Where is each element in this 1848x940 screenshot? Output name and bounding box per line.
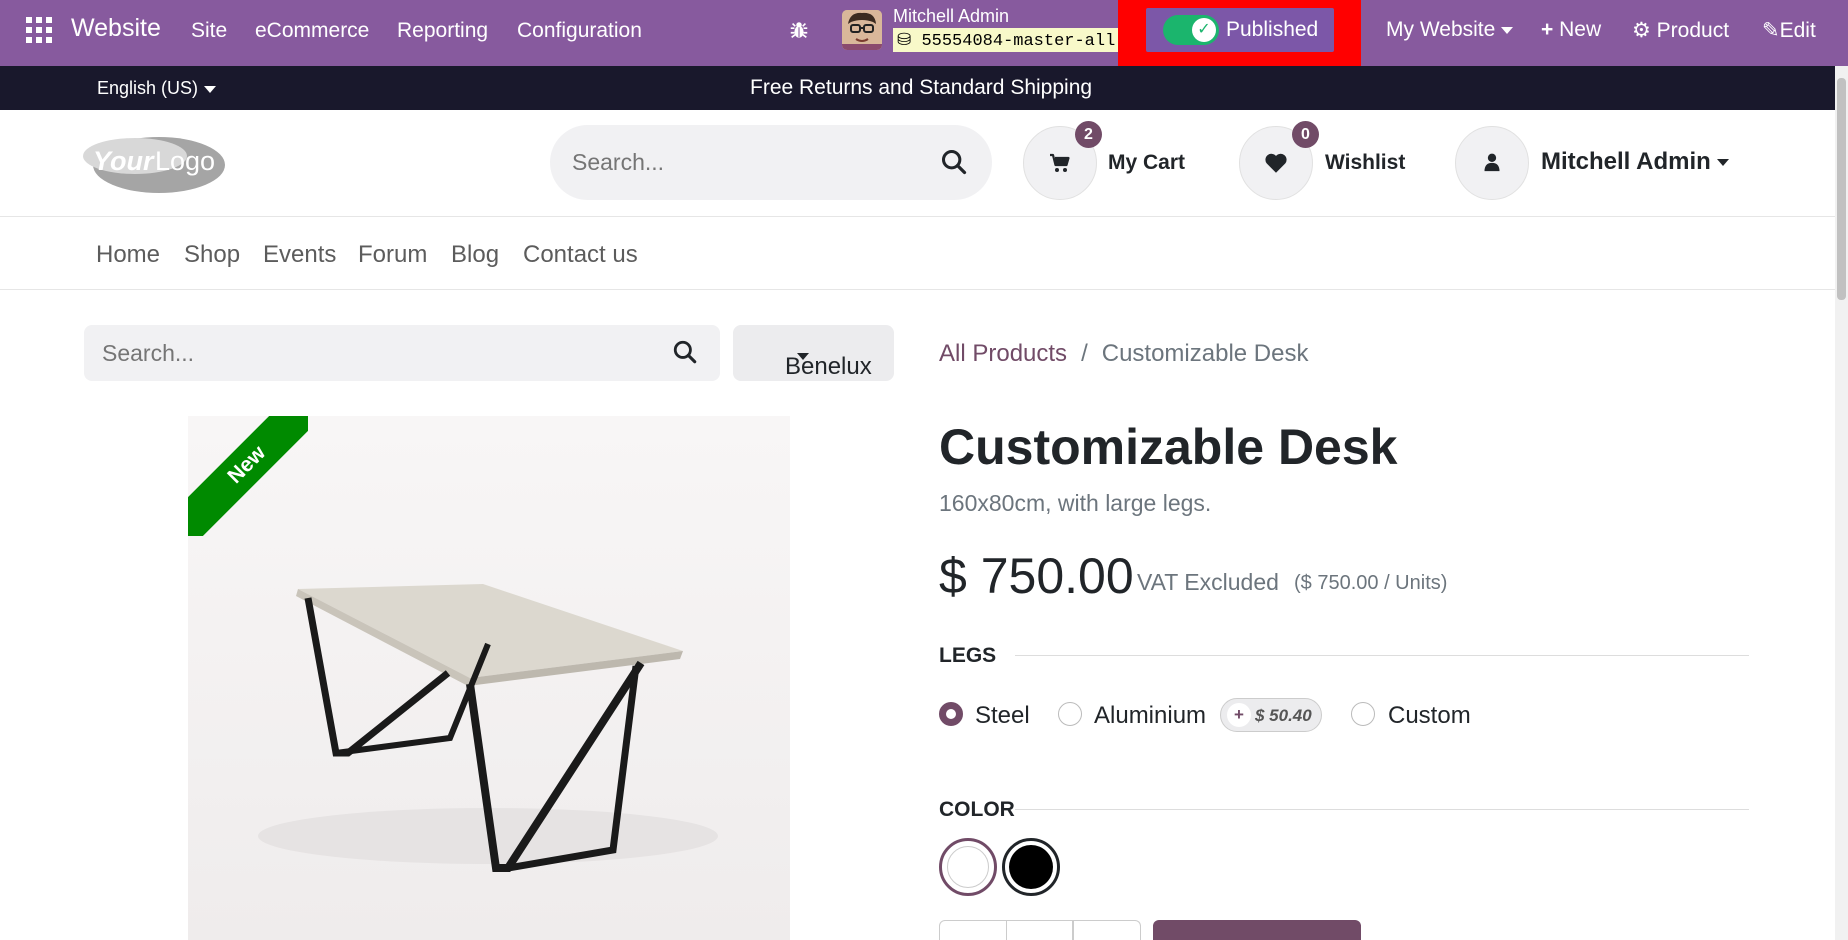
menu-configuration[interactable]: Configuration [517, 19, 642, 43]
legs-steel-label[interactable]: Steel [975, 702, 1030, 730]
product-search-input[interactable] [102, 337, 642, 369]
breadcrumb: All Products / Customizable Desk [939, 340, 1308, 368]
wishlist-count-badge: 0 [1292, 121, 1319, 148]
wishlist-label[interactable]: Wishlist [1325, 151, 1405, 175]
announcement-message: Free Returns and Standard Shipping [750, 76, 1093, 99]
quantity-input[interactable] [1007, 920, 1073, 940]
new-ribbon: New [188, 416, 308, 536]
plus-icon: + [1227, 703, 1251, 727]
product-price: $ 750.00 [939, 548, 1134, 604]
attribute-divider [1015, 809, 1749, 810]
pricelist-dropdown[interactable]: Benelux [733, 325, 894, 381]
new-label: New [1559, 18, 1602, 41]
check-icon: ✓ [1192, 18, 1216, 42]
menu-ecommerce[interactable]: eCommerce [255, 19, 369, 43]
account-button[interactable] [1455, 126, 1529, 200]
site-header: Your Logo 2 My Cart 0 Wishlist Mitchell … [0, 110, 1835, 217]
breadcrumb-separator: / [1081, 340, 1088, 367]
user-avatar[interactable] [842, 10, 882, 50]
database-label: 55554084-master-all [921, 32, 1116, 51]
add-to-cart-button[interactable] [1153, 920, 1361, 940]
scrollbar-thumb[interactable] [1837, 78, 1846, 300]
product-settings-button[interactable]: ⚙ Product [1632, 18, 1729, 43]
legs-aluminium-radio[interactable] [1058, 702, 1082, 726]
tax-note: VAT Excluded [1137, 569, 1279, 595]
breadcrumb-all-products[interactable]: All Products [939, 340, 1067, 367]
account-menu[interactable]: Mitchell Admin [1541, 148, 1729, 176]
cart-label[interactable]: My Cart [1108, 151, 1185, 175]
product-search [84, 325, 720, 381]
price-extra-amount: $ 50.40 [1255, 706, 1312, 725]
announcement-bar: English (US) Free Returns and Standard S… [0, 66, 1835, 110]
publish-toggle[interactable]: ✓ [1163, 15, 1219, 45]
caret-down-icon [1716, 159, 1729, 167]
language-selector[interactable]: English (US) [97, 78, 217, 99]
header-search [550, 125, 992, 200]
breadcrumb-current: Customizable Desk [1101, 340, 1309, 367]
unit-price: ($ 750.00 / Units) [1294, 572, 1448, 594]
quantity-minus-button[interactable] [939, 920, 1007, 940]
search-icon[interactable] [672, 339, 698, 365]
cart-count-badge: 2 [1075, 121, 1102, 148]
apps-grid-icon[interactable] [26, 17, 52, 43]
bug-icon[interactable] [788, 19, 810, 41]
pencil-icon: ✎ [1762, 19, 1780, 42]
page-scrollbar[interactable] [1835, 66, 1848, 940]
attribute-legs-title: LEGS [939, 644, 997, 667]
caret-down-icon [204, 85, 217, 93]
product-label: Product [1656, 19, 1730, 42]
edit-button[interactable]: ✎Edit [1762, 18, 1816, 43]
caret-down-icon [1501, 26, 1514, 34]
nav-home[interactable]: Home [96, 241, 160, 269]
attribute-divider [1015, 655, 1749, 656]
nav-shop[interactable]: Shop [184, 241, 240, 269]
svg-text:Logo: Logo [155, 146, 215, 176]
publish-label[interactable]: Published [1226, 18, 1318, 42]
nav-forum[interactable]: Forum [358, 241, 427, 269]
account-label: Mitchell Admin [1541, 148, 1711, 175]
quantity-plus-button[interactable] [1073, 920, 1141, 940]
header-search-input[interactable] [572, 145, 912, 179]
search-icon[interactable] [940, 148, 968, 176]
language-label: English (US) [97, 78, 199, 98]
attribute-color-title: COLOR [939, 798, 1015, 821]
plus-icon: + [1541, 18, 1554, 41]
website-switcher-label: My Website [1386, 18, 1496, 41]
user-name[interactable]: Mitchell Admin [893, 6, 1009, 27]
legs-custom-label[interactable]: Custom [1388, 702, 1471, 730]
website-switcher[interactable]: My Website [1386, 18, 1514, 42]
app-title[interactable]: Website [71, 14, 161, 43]
nav-events[interactable]: Events [263, 241, 336, 269]
nav-contact-us[interactable]: Contact us [523, 241, 638, 269]
database-name: ⛁ 55554084-master-all [893, 28, 1121, 52]
color-swatch-black[interactable] [1002, 838, 1060, 896]
svg-text:Your: Your [93, 146, 155, 176]
main-navigation: Home Shop Events Forum Blog Contact us [0, 218, 1835, 290]
menu-site[interactable]: Site [191, 19, 227, 43]
product-title: Customizable Desk [939, 419, 1398, 475]
cart-icon [1050, 153, 1070, 172]
admin-top-bar: Website Site eCommerce Reporting Configu… [0, 0, 1848, 80]
ribbon-label: New [188, 416, 308, 536]
price-extra-badge: + $ 50.40 [1220, 698, 1322, 732]
caret-down-icon [797, 353, 809, 360]
edit-label: Edit [1779, 19, 1816, 42]
user-icon [1484, 153, 1500, 172]
legs-aluminium-label[interactable]: Aluminium [1094, 702, 1206, 730]
gear-icon: ⚙ [1632, 19, 1651, 42]
legs-steel-radio[interactable] [939, 702, 963, 726]
site-logo[interactable]: Your Logo [83, 132, 227, 194]
legs-custom-radio[interactable] [1351, 702, 1375, 726]
color-swatch-white[interactable] [939, 838, 997, 896]
database-icon: ⛁ [897, 32, 912, 51]
nav-blog[interactable]: Blog [451, 241, 499, 269]
menu-reporting[interactable]: Reporting [397, 19, 488, 43]
heart-icon [1265, 153, 1287, 173]
new-button[interactable]: + New [1541, 18, 1601, 42]
product-description: 160x80cm, with large legs. [939, 490, 1212, 516]
